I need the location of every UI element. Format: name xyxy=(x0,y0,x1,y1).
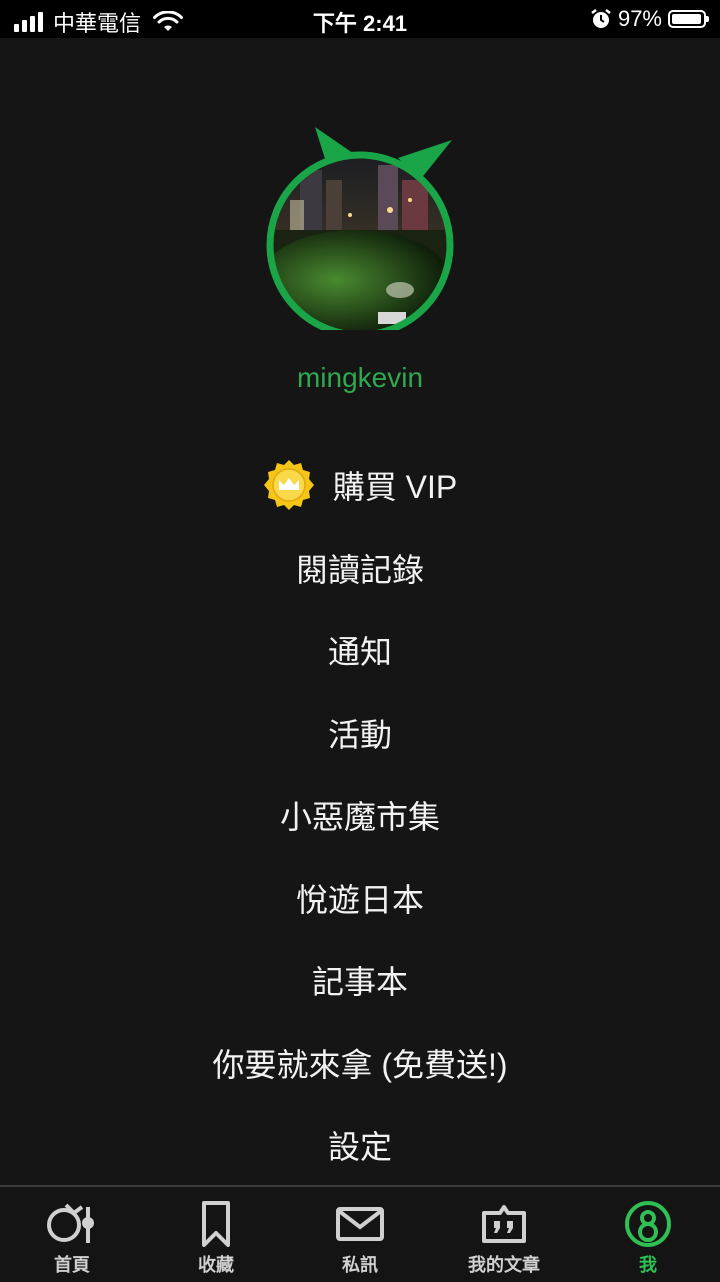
status-right: 97% xyxy=(590,6,709,32)
menu-label: 活動 xyxy=(327,716,392,753)
menu-item-reading-history[interactable]: 閱讀記錄 xyxy=(0,527,720,610)
tab-me[interactable]: 我 xyxy=(576,1187,720,1282)
menu-item-buy-vip[interactable]: 購買 VIP xyxy=(0,444,720,527)
menu-label: 悅遊日本 xyxy=(295,881,424,918)
tab-label: 收藏 xyxy=(198,1255,234,1275)
menu-label: 購買 VIP xyxy=(332,469,458,506)
battery-icon xyxy=(668,10,709,28)
crown-badge-icon xyxy=(263,460,314,511)
menu-label: 設定 xyxy=(327,1129,392,1166)
status-bar: 中華電信 下午 2:41 97% xyxy=(0,0,720,38)
menu-label: 小惡魔市集 xyxy=(279,799,440,836)
tab-my-articles[interactable]: 我的文章 xyxy=(432,1187,576,1282)
mail-icon xyxy=(336,1207,384,1241)
menu-item-free-giveaway[interactable]: 你要就來拿 (免費送!) xyxy=(0,1022,720,1105)
battery-percent: 97% xyxy=(617,6,662,31)
alarm-icon xyxy=(591,9,611,28)
menu-item-notifications[interactable]: 通知 xyxy=(0,609,720,692)
profile-icon xyxy=(625,1201,671,1247)
menu-item-japan-travel[interactable]: 悅遊日本 xyxy=(0,857,720,940)
menu-item-settings[interactable]: 設定 xyxy=(0,1104,720,1187)
tab-label: 我的文章 xyxy=(468,1255,540,1275)
username[interactable]: mingkevin xyxy=(0,362,720,394)
menu-item-events[interactable]: 活動 xyxy=(0,692,720,775)
bookmark-icon xyxy=(202,1201,230,1247)
avatar[interactable] xyxy=(260,120,460,339)
tab-favorites[interactable]: 收藏 xyxy=(144,1187,288,1282)
profile-menu: 購買 VIP 閱讀記錄 通知 活動 小惡魔市集 悅遊日本 記事本 你要就來拿 (… xyxy=(0,444,720,1187)
tab-label: 首頁 xyxy=(54,1255,90,1275)
menu-item-notebook[interactable]: 記事本 xyxy=(0,939,720,1022)
menu-label: 通知 xyxy=(327,634,392,671)
menu-item-devil-market[interactable]: 小惡魔市集 xyxy=(0,774,720,857)
home-logo-icon xyxy=(47,1203,94,1243)
quote-icon xyxy=(482,1205,526,1243)
tab-messages[interactable]: 私訊 xyxy=(288,1187,432,1282)
tab-home[interactable]: 首頁 xyxy=(0,1187,144,1282)
menu-label: 閱讀記錄 xyxy=(295,551,424,588)
devil-avatar-frame xyxy=(266,127,454,339)
menu-label: 你要就來拿 (免費送!) xyxy=(212,1046,508,1083)
bottom-tab-bar: 首頁 收藏 私訊 我的文章 我 xyxy=(0,1185,720,1282)
tab-label: 私訊 xyxy=(342,1255,378,1275)
tab-label: 我 xyxy=(639,1255,657,1275)
menu-label: 記事本 xyxy=(311,964,408,1001)
